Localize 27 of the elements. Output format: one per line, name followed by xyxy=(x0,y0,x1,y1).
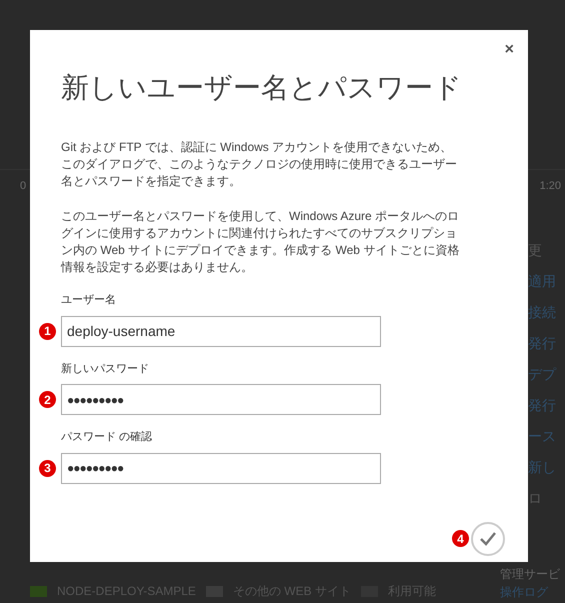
side-link[interactable]: 適用 xyxy=(528,271,556,292)
password-field[interactable]: ●●●●●●●●● xyxy=(61,384,381,415)
close-button[interactable]: × xyxy=(504,40,514,60)
side-link[interactable]: 発行 xyxy=(528,395,556,416)
description-text: このユーザー名とパスワードを使用して、Windows Azure ポータルへのログインに使用するアカウントに関連付けられたすべてのサブスクリプション内の Web サイトにデプロイできます。作成する Web サイトごとに資格情報を設定する必要はありません。 xyxy=(61,208,460,276)
dialog-title: 新しいユーザー名とパスワード xyxy=(61,74,460,102)
number-marker: 3 xyxy=(39,460,56,476)
side-link[interactable]: ース xyxy=(528,426,556,447)
confirm-button[interactable] xyxy=(471,522,505,556)
number-marker: 2 xyxy=(39,391,56,408)
number-marker: 4 xyxy=(452,530,469,547)
checkmark-icon xyxy=(480,532,496,546)
field-label: 新しいパスワード xyxy=(61,362,150,376)
password-field[interactable]: ●●●●●●●●● xyxy=(61,452,381,484)
username-field[interactable]: deploy-username xyxy=(61,316,381,346)
axis-label: 1:20 xyxy=(540,179,561,194)
side-link[interactable]: 発行 xyxy=(528,333,556,354)
axis-label: 0 xyxy=(20,179,26,194)
side-link[interactable]: 接続 xyxy=(528,302,556,323)
section-link[interactable]: 操作ログ xyxy=(500,583,548,601)
description-text: Git および FTP では、認証に Windows アカウントを使用できないため、このダイアログで、このようなテクノロジの使用時に使用できるユーザー名とパスワードを指定できます。 xyxy=(61,139,458,190)
field-label: ユーザー名 xyxy=(61,293,117,308)
field-label: パスワード の確認 xyxy=(61,430,154,445)
side-link[interactable]: 新し xyxy=(528,457,556,478)
number-marker: 1 xyxy=(39,322,56,340)
side-link[interactable]: デプ xyxy=(528,364,556,385)
section-title: 管理サービ xyxy=(500,566,560,583)
